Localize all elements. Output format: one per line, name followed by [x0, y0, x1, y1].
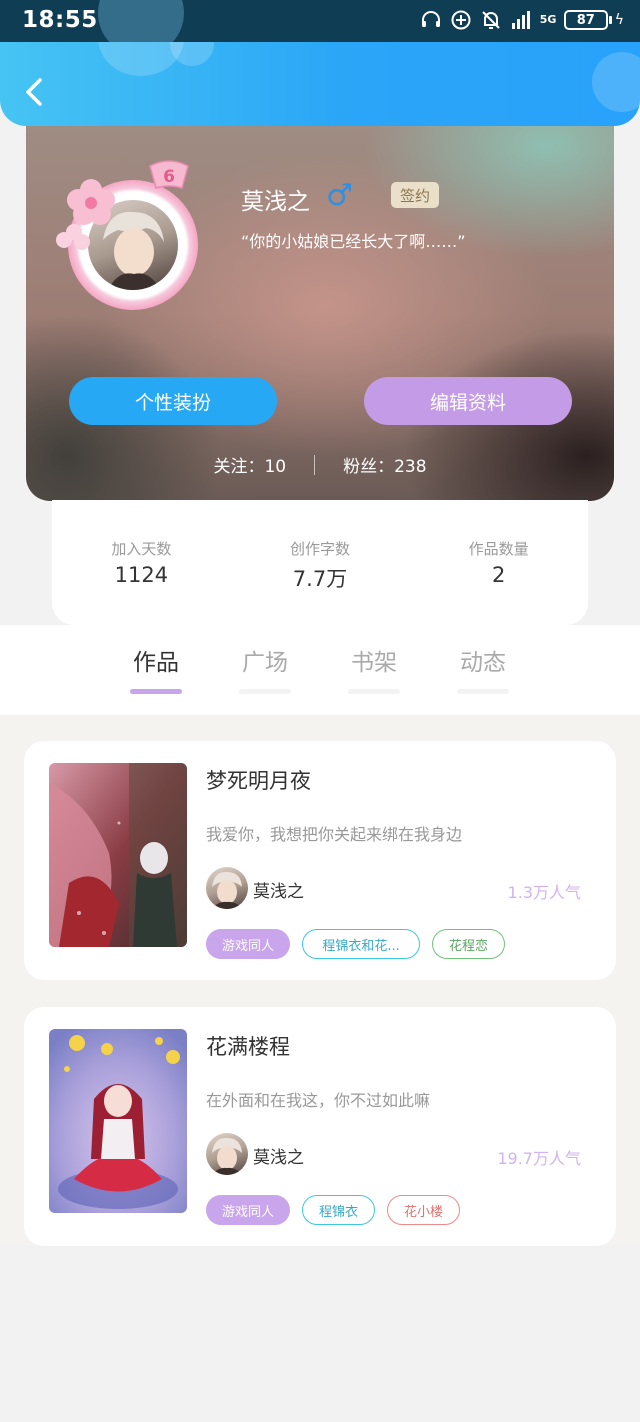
headset-icon: [421, 11, 440, 27]
following-link[interactable]: 关注：10: [213, 452, 286, 477]
battery-level: 87: [563, 10, 608, 30]
user-signature: “你的小姑娘已经长大了啊……”: [241, 232, 466, 251]
author-avatar[interactable]: [206, 1133, 248, 1175]
tag[interactable]: 程锦衣: [302, 1195, 376, 1225]
stat-label: 加入天数: [111, 540, 172, 558]
fans-label: 粉丝：: [343, 457, 395, 477]
tab-label: 书架: [351, 650, 397, 676]
stat-work-count: 作品数量 2: [409, 500, 588, 625]
dress-up-button[interactable]: 个性装扮: [69, 377, 277, 425]
level-badge-icon: 6: [149, 160, 189, 189]
bell-off-icon: [482, 11, 500, 29]
tag[interactable]: 花小楼: [387, 1195, 461, 1225]
stat-value: 1124: [114, 563, 169, 587]
work-cover[interactable]: [49, 1029, 187, 1213]
tab-label: 作品: [133, 650, 179, 676]
tab-square[interactable]: 广场: [235, 643, 295, 694]
stats-card: 加入天数 1124 创作字数 7.7万 作品数量 2: [52, 500, 588, 625]
battery-icon: 87 ϟ: [563, 10, 624, 30]
following-label: 关注：: [213, 457, 265, 477]
tab-indicator: [239, 689, 291, 694]
tab-works[interactable]: 作品: [126, 643, 186, 694]
tab-indicator: [348, 689, 400, 694]
tab-bookshelf[interactable]: 书架: [344, 643, 404, 694]
tag[interactable]: 程锦衣和花...: [302, 929, 421, 959]
profile-avatar[interactable]: 6: [56, 158, 216, 318]
tag-list: 游戏同人 程锦衣和花... 花程恋: [206, 929, 506, 959]
stat-label: 创作字数: [290, 540, 351, 558]
fans-count: 238: [394, 457, 427, 477]
stat-value: 7.7万: [292, 567, 348, 591]
5g-icon: 5G: [539, 13, 557, 26]
back-icon[interactable]: [20, 72, 50, 112]
tab-label: 广场: [242, 650, 288, 676]
signal-icon: [511, 11, 530, 29]
stat-join-days: 加入天数 1124: [52, 500, 231, 625]
work-description: 我爱你，我想把你关起来绑在我身边: [206, 825, 463, 844]
header-bar: [0, 42, 640, 126]
popularity-count: 19.7万人气: [497, 1149, 581, 1168]
fans-link[interactable]: 粉丝：238: [343, 452, 426, 477]
flower-decoration-icon: [56, 179, 115, 250]
author-avatar[interactable]: [206, 867, 248, 909]
author-name: 莫浅之: [253, 1148, 304, 1168]
tab-activity[interactable]: 动态: [453, 643, 513, 694]
follow-stats: 关注：10 粉丝：238: [26, 452, 614, 477]
work-cover[interactable]: [49, 763, 187, 947]
tab-bar: 作品 广场 书架 动态: [0, 625, 640, 715]
status-icons: 5G 87 ϟ: [420, 9, 624, 31]
status-time: 18:55: [22, 7, 98, 33]
status-bar: 18:55 5G 87 ϟ: [0, 0, 640, 56]
work-description: 在外面和在我这，你不过如此嘛: [206, 1091, 431, 1110]
signed-badge: 签约: [391, 182, 439, 208]
author-name: 莫浅之: [253, 882, 304, 902]
tag[interactable]: 花程恋: [432, 929, 506, 959]
tab-indicator: [457, 689, 509, 694]
edit-profile-button[interactable]: 编辑资料: [364, 377, 572, 425]
male-gender-icon: ♂: [326, 178, 353, 213]
popularity-count: 1.3万人气: [507, 883, 581, 902]
stat-value: 2: [491, 563, 506, 587]
divider: [314, 454, 316, 475]
work-title[interactable]: 花满楼程: [206, 1031, 290, 1061]
work-card[interactable]: 花满楼程 在外面和在我这，你不过如此嘛 莫浅之 19.7万人气 游戏同人 程锦衣…: [24, 1007, 616, 1246]
profile-card: 6 莫浅之 ♂ 签约 “你的小姑娘已经长大了啊……” 个性装扮 编辑资料 关注：…: [26, 126, 614, 501]
user-name: 莫浅之: [241, 189, 310, 215]
tag[interactable]: 游戏同人: [206, 929, 291, 959]
charging-icon: ϟ: [614, 12, 624, 28]
svg-text:6: 6: [163, 167, 175, 187]
tab-label: 动态: [460, 650, 506, 676]
stat-word-count: 创作字数 7.7万: [231, 500, 410, 625]
add-circle-icon: [451, 10, 471, 30]
tab-indicator: [130, 689, 182, 694]
tag[interactable]: 游戏同人: [206, 1195, 291, 1225]
work-title[interactable]: 梦死明月夜: [206, 765, 311, 795]
work-card[interactable]: 梦死明月夜 我爱你，我想把你关起来绑在我身边 莫浅之 1.3万人气 游戏同人 程…: [24, 741, 616, 980]
following-count: 10: [264, 457, 287, 477]
tag-list: 游戏同人 程锦衣 花小楼: [206, 1195, 461, 1225]
stat-label: 作品数量: [468, 540, 529, 558]
